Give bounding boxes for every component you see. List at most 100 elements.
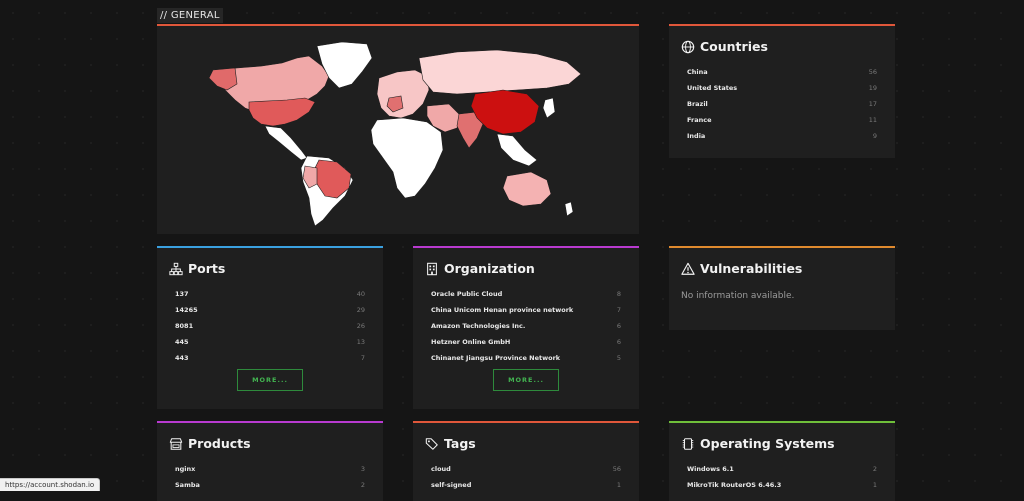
item-label[interactable]: China [687, 68, 708, 76]
item-label[interactable]: 8081 [175, 322, 193, 330]
organization-more-button[interactable]: MORE... [493, 369, 559, 391]
item-count: 56 [868, 68, 877, 76]
map-region-japan[interactable] [542, 97, 556, 119]
tags-header: Tags [425, 436, 476, 451]
building-icon [427, 262, 437, 275]
item-count: 40 [356, 290, 365, 298]
map-region-central-america[interactable] [264, 125, 308, 161]
list-item[interactable]: 14265 29 [175, 302, 365, 318]
item-label[interactable]: Hetzner Online GmbH [431, 338, 510, 346]
list-item[interactable]: Amazon Technologies Inc. 6 [431, 318, 621, 334]
list-item[interactable]: nginx 3 [175, 461, 365, 477]
operating-systems-card: Operating Systems Windows 6.1 2 MikroTik … [669, 421, 895, 501]
globe-icon [681, 40, 695, 53]
list-item[interactable]: France 11 [687, 112, 877, 128]
list-item[interactable]: Hetzner Online GmbH 6 [431, 334, 621, 350]
tags-list: cloud 56 self-signed 1 [431, 461, 621, 493]
list-item[interactable]: cloud 56 [431, 461, 621, 477]
item-count: 56 [612, 465, 621, 473]
list-item[interactable]: Chinanet Jiangsu Province Network 5 [431, 350, 621, 366]
item-count: 29 [356, 306, 365, 314]
item-count: 17 [868, 100, 877, 108]
map-region-southeast-asia[interactable] [496, 133, 538, 167]
vulnerabilities-header: Vulnerabilities [681, 261, 802, 276]
tags-card: Tags cloud 56 self-signed 1 [413, 421, 639, 501]
section-title: // GENERAL [157, 8, 223, 23]
organization-title: Organization [444, 261, 535, 276]
warning-icon [681, 262, 695, 275]
organization-list: Oracle Public Cloud 8 China Unicom Henan … [431, 286, 621, 366]
item-label[interactable]: MikroTik RouterOS 6.46.3 [687, 481, 781, 489]
map-region-usa[interactable] [248, 97, 316, 127]
item-count: 11 [868, 116, 877, 124]
organization-card: Organization Oracle Public Cloud 8 China … [413, 246, 639, 409]
item-label[interactable]: nginx [175, 465, 195, 473]
item-count: 2 [872, 465, 877, 473]
organization-header: Organization [425, 261, 535, 276]
map-region-australia[interactable] [502, 171, 552, 207]
world-map[interactable] [157, 28, 639, 236]
status-bar-url: https://account.shodan.io [0, 478, 101, 491]
countries-title: Countries [700, 39, 768, 54]
item-count: 3 [360, 465, 365, 473]
item-label[interactable]: Samba [175, 481, 200, 489]
item-label[interactable]: self-signed [431, 481, 471, 489]
list-item[interactable]: Oracle Public Cloud 8 [431, 286, 621, 302]
list-item[interactable]: 8081 26 [175, 318, 365, 334]
item-count: 9 [872, 132, 877, 140]
item-label[interactable]: 137 [175, 290, 189, 298]
list-item[interactable]: Windows 6.1 2 [687, 461, 877, 477]
products-header: Products [169, 436, 251, 451]
item-count: 6 [616, 322, 621, 330]
item-label[interactable]: Amazon Technologies Inc. [431, 322, 525, 330]
no-info-message: No information available. [681, 291, 795, 301]
item-label[interactable]: France [687, 116, 712, 124]
products-title: Products [188, 436, 251, 451]
list-item[interactable]: India 9 [687, 128, 877, 144]
item-count: 8 [616, 290, 621, 298]
products-list: nginx 3 Samba 2 [175, 461, 365, 493]
item-label[interactable]: Windows 6.1 [687, 465, 734, 473]
item-label[interactable]: 445 [175, 338, 189, 346]
chip-icon [682, 437, 694, 450]
list-item[interactable]: China Unicom Henan province network 7 [431, 302, 621, 318]
list-item[interactable]: China 56 [687, 64, 877, 80]
operating-systems-header: Operating Systems [681, 436, 835, 451]
vulnerabilities-card: Vulnerabilities No information available… [669, 246, 895, 330]
tags-icon [425, 437, 438, 450]
map-region-new-zealand[interactable] [564, 201, 574, 217]
item-label[interactable]: cloud [431, 465, 451, 473]
ports-header: Ports [169, 261, 225, 276]
item-label[interactable]: China Unicom Henan province network [431, 306, 573, 314]
map-region-alaska[interactable] [208, 67, 238, 91]
item-count: 5 [616, 354, 621, 362]
vulnerabilities-title: Vulnerabilities [700, 261, 803, 276]
ports-more-button[interactable]: MORE... [237, 369, 303, 391]
item-label[interactable]: Brazil [687, 100, 708, 108]
item-label[interactable]: Oracle Public Cloud [431, 290, 502, 298]
list-item[interactable]: 445 13 [175, 334, 365, 350]
item-count: 6 [616, 338, 621, 346]
item-count: 26 [356, 322, 365, 330]
countries-list: China 56 United States 19 Brazil 17 France 1… [687, 64, 877, 144]
ports-title: Ports [188, 261, 226, 276]
operating-systems-title: Operating Systems [700, 436, 835, 451]
item-count: 2 [360, 481, 365, 489]
ports-card: Ports 137 40 14265 29 8081 26 445 13 443 7 MO… [157, 246, 383, 409]
item-label[interactable]: United States [687, 84, 737, 92]
item-label[interactable]: India [687, 132, 705, 140]
list-item[interactable]: Brazil 17 [687, 96, 877, 112]
map-region-africa[interactable] [370, 117, 444, 199]
sitemap-icon [169, 262, 183, 275]
list-item[interactable]: 137 40 [175, 286, 365, 302]
item-label[interactable]: 443 [175, 354, 189, 362]
products-card: Products nginx 3 Samba 2 [157, 421, 383, 501]
map-region-europe[interactable] [376, 69, 430, 119]
list-item[interactable]: 443 7 [175, 350, 365, 366]
item-count: 19 [868, 84, 877, 92]
list-item[interactable]: United States 19 [687, 80, 877, 96]
item-label[interactable]: Chinanet Jiangsu Province Network [431, 354, 560, 362]
tags-title: Tags [444, 436, 476, 451]
map-region-russia[interactable] [418, 49, 582, 95]
item-label[interactable]: 14265 [175, 306, 198, 314]
